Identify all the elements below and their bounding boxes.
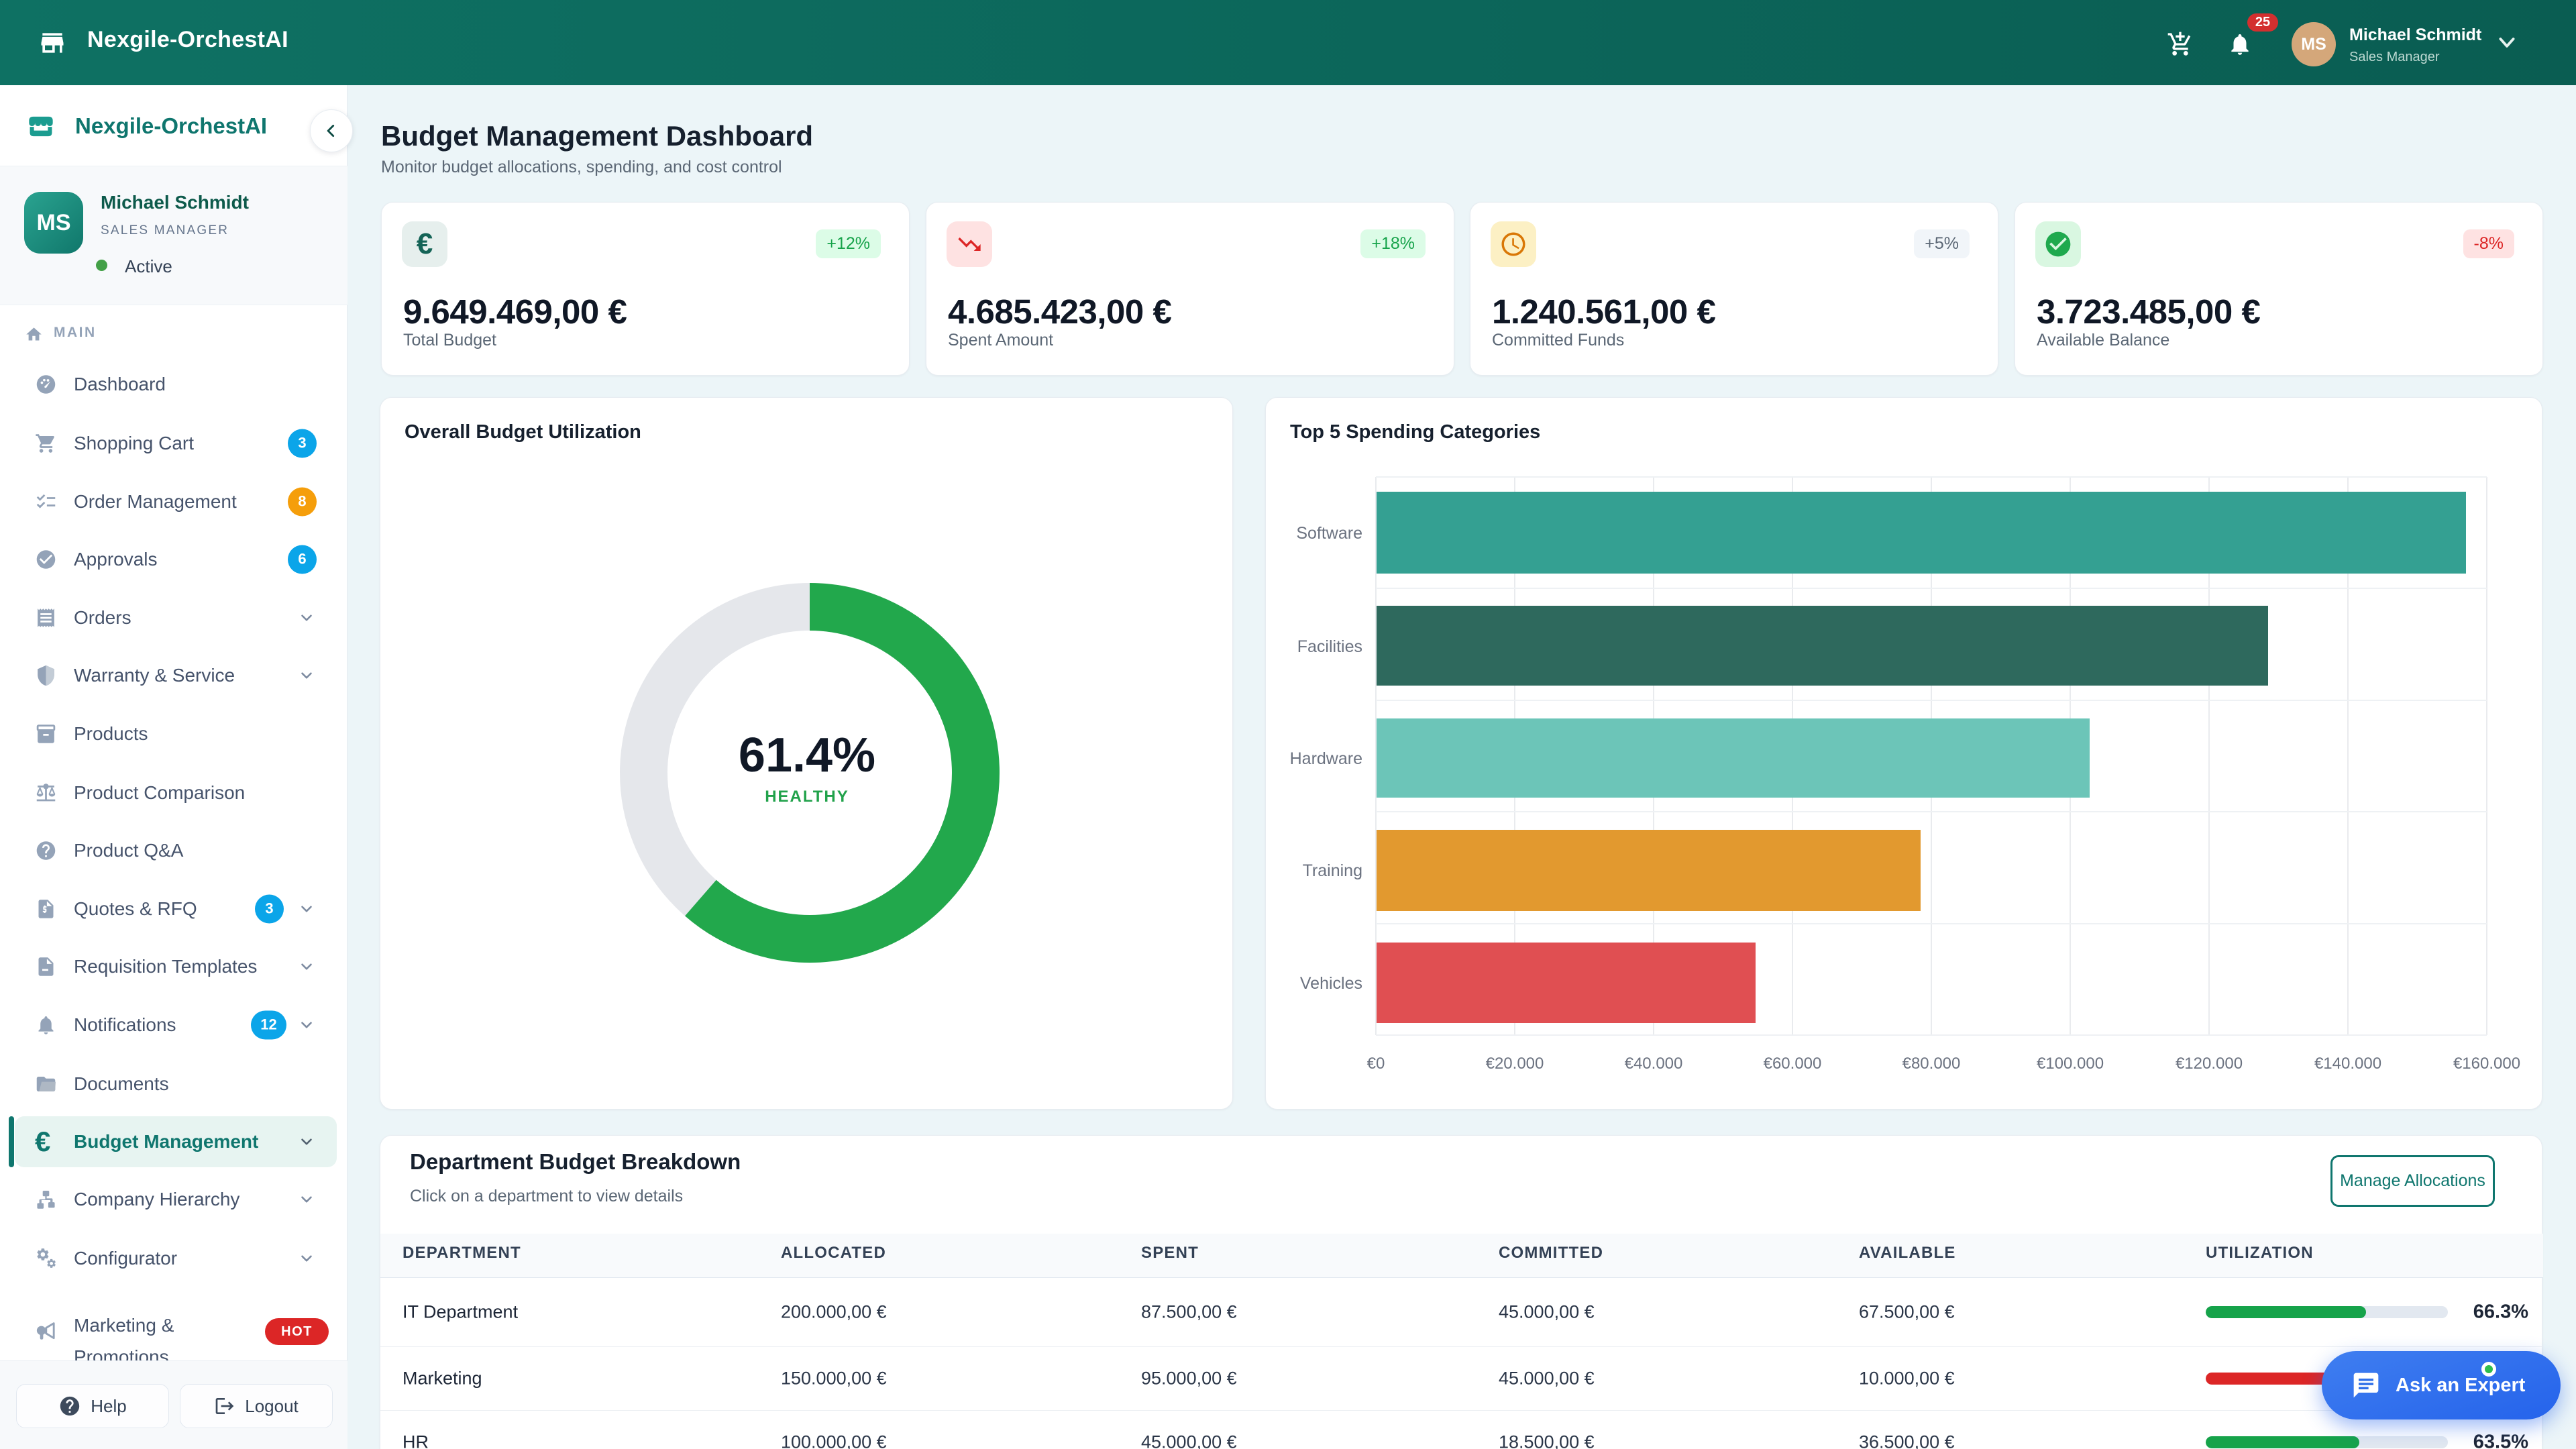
svg-text:€20.000: €20.000 bbox=[1486, 1055, 1544, 1073]
svg-text:€0: €0 bbox=[1367, 1055, 1385, 1073]
svg-text:€120.000: €120.000 bbox=[2176, 1055, 2243, 1073]
svg-text:Facilities: Facilities bbox=[1297, 637, 1362, 656]
svg-text:Training: Training bbox=[1303, 861, 1362, 880]
svg-text:Hardware: Hardware bbox=[1290, 749, 1362, 768]
svg-text:€40.000: €40.000 bbox=[1625, 1055, 1683, 1073]
svg-text:Vehicles: Vehicles bbox=[1300, 974, 1362, 993]
svg-text:€100.000: €100.000 bbox=[2037, 1055, 2104, 1073]
svg-text:Software: Software bbox=[1296, 524, 1362, 543]
svg-text:€140.000: €140.000 bbox=[2314, 1055, 2381, 1073]
svg-text:€60.000: €60.000 bbox=[1764, 1055, 1822, 1073]
svg-text:€160.000: €160.000 bbox=[2453, 1055, 2520, 1073]
svg-text:€80.000: €80.000 bbox=[1902, 1055, 1961, 1073]
